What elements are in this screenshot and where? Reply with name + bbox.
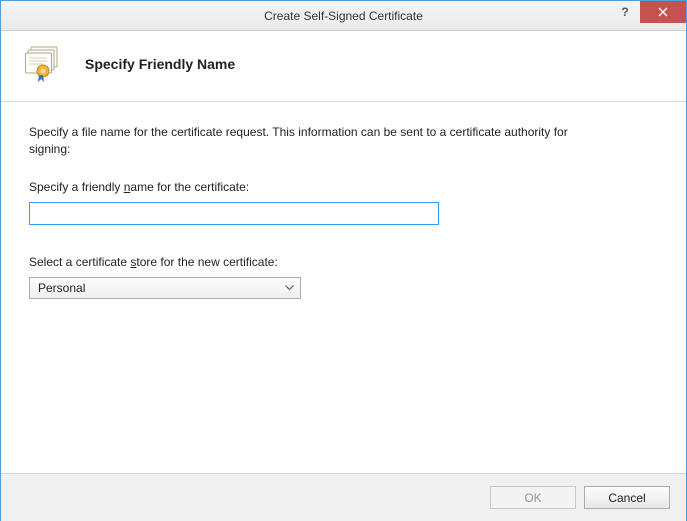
ok-button[interactable]: OK <box>490 486 576 509</box>
cert-store-select[interactable]: Personal <box>29 277 301 299</box>
close-button[interactable] <box>640 1 686 23</box>
help-button[interactable]: ? <box>610 1 640 23</box>
dialog-header: Specify Friendly Name <box>1 31 686 102</box>
window-title: Create Self-Signed Certificate <box>1 9 686 23</box>
titlebar: Create Self-Signed Certificate ? <box>1 1 686 31</box>
friendly-name-label: Specify a friendly name for the certific… <box>29 180 658 194</box>
cert-store-label: Select a certificate store for the new c… <box>29 255 658 269</box>
titlebar-controls: ? <box>610 1 686 23</box>
close-icon <box>658 7 668 17</box>
dialog-content: Specify a file name for the certificate … <box>1 102 686 321</box>
friendly-name-input[interactable] <box>29 202 439 225</box>
intro-text: Specify a file name for the certificate … <box>29 124 589 158</box>
chevron-down-icon <box>285 285 294 291</box>
dialog-footer: OK Cancel <box>1 473 686 521</box>
page-heading: Specify Friendly Name <box>85 56 235 72</box>
cancel-button[interactable]: Cancel <box>584 486 670 509</box>
certificate-icon <box>25 45 67 83</box>
cert-store-selected-value: Personal <box>38 281 85 295</box>
